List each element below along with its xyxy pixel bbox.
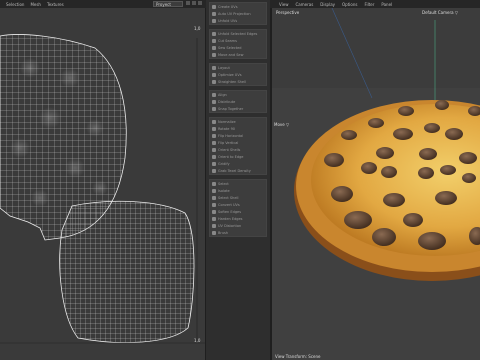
- tool-icon: [212, 106, 216, 111]
- uv-set-dropdown[interactable]: Proyect: [153, 1, 183, 7]
- tool-item[interactable]: Move and Sew: [210, 51, 266, 58]
- tool-item[interactable]: Optimize UVs: [210, 71, 266, 78]
- uv-layout-canvas[interactable]: [0, 8, 205, 360]
- tool-item[interactable]: Select: [210, 180, 266, 187]
- tool-icon: [212, 79, 216, 84]
- tool-icon: [212, 195, 216, 200]
- tool-icon: [212, 216, 216, 221]
- tool-icon: [212, 72, 216, 77]
- uv-editor-panel[interactable]: 1,0 1,0: [0, 8, 205, 360]
- tool-item[interactable]: Harden Edges: [210, 215, 266, 222]
- tool-item[interactable]: Flip Vertical: [210, 139, 266, 146]
- tool-icon: [212, 133, 216, 138]
- tool-icon: [212, 52, 216, 57]
- tool-item[interactable]: Select Shell: [210, 194, 266, 201]
- uv-shell-bottom: [59, 200, 195, 343]
- tool-icon: [212, 45, 216, 50]
- viewport-menu-display[interactable]: Display: [320, 2, 335, 7]
- viewport-menu-filter[interactable]: Filter: [364, 2, 374, 7]
- tool-icon: [212, 140, 216, 145]
- tool-icon: [212, 126, 216, 131]
- tool-icon: [212, 161, 216, 166]
- tool-icon: [212, 202, 216, 207]
- tool-item[interactable]: Straighten Shell: [210, 78, 266, 85]
- tool-item[interactable]: Orient to Edge: [210, 153, 266, 160]
- viewport-perspective-label: Perspective: [276, 10, 300, 15]
- tool-item[interactable]: Cut Seams: [210, 37, 266, 44]
- tool-group-cut-sew: Unfold Selected Edges Cut Seams Sew Sele…: [209, 29, 267, 59]
- tool-icon: [212, 99, 216, 104]
- tool-item[interactable]: Grab Texel Density: [210, 167, 266, 174]
- tool-group-layout: Layout Optimize UVs Straighten Shell: [209, 63, 267, 86]
- tool-icon: [212, 119, 216, 124]
- uv-toolbar-icon-2[interactable]: [192, 1, 196, 5]
- tool-icon: [212, 4, 216, 9]
- tool-icon: [212, 168, 216, 173]
- viewport-menu-bar: View Cameras Display Options Filter Pane…: [272, 0, 392, 8]
- tool-item[interactable]: Gridify: [210, 160, 266, 167]
- uv-toolbar-icon-1[interactable]: [186, 1, 190, 5]
- menu-item-textures[interactable]: Textures: [47, 2, 64, 7]
- tool-item[interactable]: UV Distortion: [210, 222, 266, 229]
- tool-item[interactable]: Rotate 90: [210, 125, 266, 132]
- uv-toolkit-panel: Create UVs Auto UV Projection Unfold UVs…: [206, 0, 270, 360]
- viewport-camera-label[interactable]: Default Camera ▽: [422, 10, 458, 15]
- tool-icon: [212, 230, 216, 235]
- tool-icon: [212, 38, 216, 43]
- tool-icon: [212, 188, 216, 193]
- tool-item[interactable]: Normalize: [210, 118, 266, 125]
- tool-icon: [212, 147, 216, 152]
- tool-item[interactable]: Unfold UVs: [210, 17, 266, 24]
- tool-group-select: Select Isolate Select Shell Convert UVs …: [209, 179, 267, 237]
- tool-icon: [212, 11, 216, 16]
- tool-item[interactable]: Create UVs: [210, 3, 266, 10]
- viewport-status-text: View Transform: Scene: [275, 354, 321, 359]
- tool-group-transform: Normalize Rotate 90 Flip Horizontal Flip…: [209, 117, 267, 175]
- tool-icon: [212, 65, 216, 70]
- viewport-menu-panel[interactable]: Panel: [381, 2, 392, 7]
- tool-icon: [212, 209, 216, 214]
- uv-corner-label-bottom: 1,0: [194, 338, 201, 343]
- viewport-menu-view[interactable]: View: [279, 2, 289, 7]
- tool-item[interactable]: Snap Together: [210, 105, 266, 112]
- uv-toolbar-icons: [186, 1, 202, 5]
- tool-item[interactable]: Auto UV Projection: [210, 10, 266, 17]
- tool-icon: [212, 223, 216, 228]
- tool-item[interactable]: Brush: [210, 229, 266, 236]
- viewport-move-label[interactable]: Move ▽: [274, 122, 289, 127]
- tool-icon: [212, 31, 216, 36]
- tool-item[interactable]: Distribute: [210, 98, 266, 105]
- tool-icon: [212, 181, 216, 186]
- tool-item[interactable]: Align: [210, 91, 266, 98]
- tool-group-align: Align Distribute Snap Together: [209, 90, 267, 113]
- tool-item[interactable]: Flip Horizontal: [210, 132, 266, 139]
- menu-item-selection[interactable]: Selection: [6, 2, 24, 7]
- 3d-viewport[interactable]: Perspective Default Camera ▽ Move ▽ View…: [272, 8, 480, 360]
- viewport-menu-options[interactable]: Options: [342, 2, 357, 7]
- tool-icon: [212, 18, 216, 23]
- tool-item[interactable]: Convert UVs: [210, 201, 266, 208]
- menu-item-mesh[interactable]: Mesh: [30, 2, 41, 7]
- tool-item[interactable]: Soften Edges: [210, 208, 266, 215]
- uv-corner-label-top: 1,0: [194, 26, 201, 31]
- tool-item[interactable]: Isolate: [210, 187, 266, 194]
- uv-toolbar-icon-3[interactable]: [198, 1, 202, 5]
- tool-item[interactable]: Unfold Selected Edges: [210, 30, 266, 37]
- pizza-model[interactable]: [294, 100, 480, 281]
- viewport-render[interactable]: [272, 8, 480, 360]
- tool-item[interactable]: Orient Shells: [210, 146, 266, 153]
- tool-icon: [212, 92, 216, 97]
- tool-icon: [212, 154, 216, 159]
- viewport-menu-cameras[interactable]: Cameras: [296, 2, 314, 7]
- tool-item[interactable]: Sew Selected: [210, 44, 266, 51]
- tool-group-create: Create UVs Auto UV Projection Unfold UVs: [209, 2, 267, 25]
- tool-item[interactable]: Layout: [210, 64, 266, 71]
